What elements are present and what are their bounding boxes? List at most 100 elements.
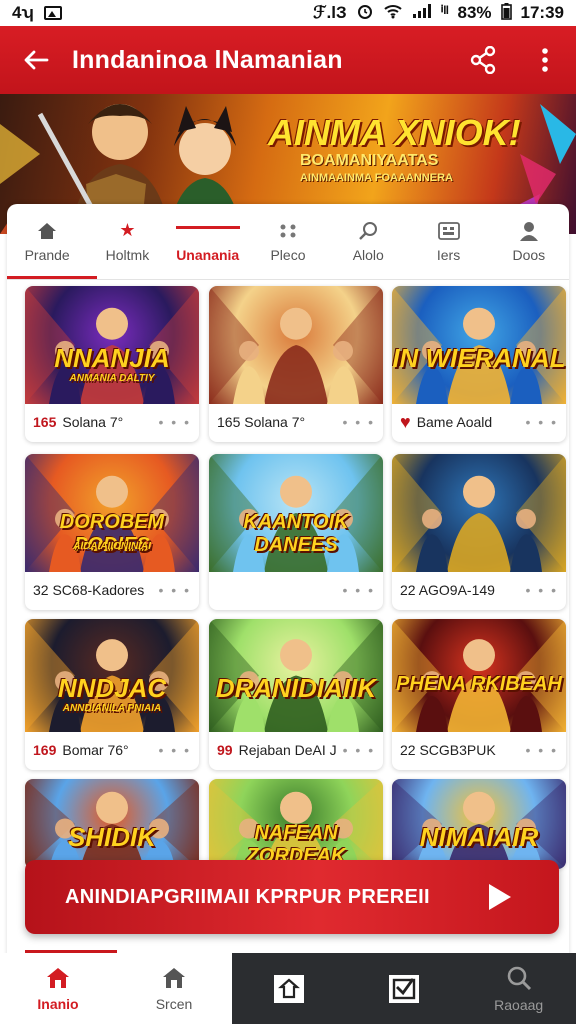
- game-card[interactable]: 165 Solana 7° • • •: [209, 286, 383, 442]
- nav-share[interactable]: [232, 953, 347, 1024]
- game-card[interactable]: NNDJAC ANNDIANILA PNIAIA 169 Bomar 76° • • •: [25, 619, 199, 770]
- game-caption: Bame Aoald: [416, 414, 493, 430]
- game-rating-number: 99: [217, 742, 233, 758]
- game-caption: 22 AGO9A-149: [400, 582, 495, 598]
- game-meta: 32 SC68-Kadores • • •: [25, 572, 199, 608]
- clock-time: 17:39: [520, 3, 564, 22]
- game-card[interactable]: SHIDIK: [25, 779, 199, 869]
- game-thumbnail: KAANTOIK DANEES: [209, 454, 383, 572]
- game-meta: 99 Rejaban DeAI J • • •: [209, 732, 383, 768]
- game-card[interactable]: 22 AGO9A-149 • • •: [392, 454, 566, 610]
- tab-label: Prande: [24, 246, 70, 263]
- game-meta: 169 Bomar 76° • • •: [25, 732, 199, 768]
- banner-title: AINMA XNIOK!: [268, 112, 521, 153]
- game-caption: 32 SC68-Kadores: [33, 582, 145, 598]
- game-thumbnail: [209, 286, 383, 404]
- more-dots-icon[interactable]: • • •: [159, 742, 191, 758]
- game-card[interactable]: DRANIDIAIIK 99 Rejaban DeAI J • • •: [209, 619, 383, 770]
- nav-screen[interactable]: Srcen: [116, 953, 232, 1024]
- app-bar: Inndaninoa lNamanian: [0, 26, 576, 94]
- banner-subtitle: BOAMANIYAATAS: [300, 152, 439, 169]
- share-button[interactable]: [452, 46, 514, 74]
- more-dots-icon[interactable]: • • •: [343, 414, 375, 430]
- game-caption: 165 Solana 7°: [217, 414, 306, 430]
- signal-icon: [412, 3, 432, 24]
- flame-icon: [197, 221, 219, 241]
- game-caption: 22 SCGB3PUK: [400, 742, 496, 758]
- more-dots-icon[interactable]: • • •: [159, 414, 191, 430]
- tab-iers[interactable]: Iers: [408, 204, 488, 279]
- more-dots-icon[interactable]: • • •: [343, 582, 375, 598]
- search-icon: [357, 221, 379, 241]
- game-meta: ♥ Bame Aoald • • •: [392, 404, 566, 440]
- battery-icon: [500, 2, 512, 25]
- game-number: 169: [33, 742, 57, 758]
- home-outline-icon: [163, 967, 185, 988]
- tab-unanania[interactable]: Unanania: [168, 204, 248, 279]
- tab-label: Holtmk: [105, 246, 150, 263]
- gamepad-icon: [277, 221, 299, 241]
- cta-label: ANINDIAPGRIIMAII KPRPUR PREREII: [65, 885, 430, 908]
- tab-alolo[interactable]: Alolo: [328, 204, 408, 279]
- game-card[interactable]: NNANJIA ANMANIA DALTIY 165 Solana 7° • • •: [25, 286, 199, 442]
- game-art-subtitle: AIDAIAIIONINIAI: [73, 540, 151, 552]
- share-icon: [470, 46, 496, 74]
- more-dots-icon[interactable]: • • •: [526, 742, 558, 758]
- game-thumbnail: NIMAIAIR: [392, 779, 566, 869]
- game-caption: Rejaban DeAI J: [238, 742, 337, 758]
- nav-label: Srcen: [155, 995, 193, 1012]
- game-card[interactable]: NIMAIAIR: [392, 779, 566, 869]
- game-meta: 22 SCGB3PUK • • •: [392, 732, 566, 768]
- game-caption: Bomar 76°: [62, 742, 129, 758]
- game-art-title: IN WIERANAL: [392, 342, 566, 373]
- game-card[interactable]: DOROBEM PODIES AIDAIAIIONINIAI 32 SC68-Kad…: [25, 454, 199, 610]
- nav-search[interactable]: Raoaag: [461, 953, 576, 1024]
- cta-button[interactable]: ANINDIAPGRIIMAII KPRPUR PREREII: [25, 860, 559, 934]
- nav-check[interactable]: [347, 953, 462, 1024]
- arrow-left-icon: [24, 50, 49, 70]
- game-thumbnail: NAFEAN ZORDEAK: [209, 779, 383, 869]
- more-dots-icon[interactable]: • • •: [526, 414, 558, 430]
- tab-prande[interactable]: Prande: [7, 204, 87, 279]
- person-icon: [518, 221, 540, 241]
- grid-icon: [437, 221, 460, 241]
- nav-label: Inanio: [37, 995, 79, 1012]
- play-icon: [489, 884, 511, 910]
- tab-doos[interactable]: Doos: [489, 204, 569, 279]
- game-card[interactable]: NAFEAN ZORDEAK: [209, 779, 383, 869]
- more-dots-icon[interactable]: • • •: [343, 742, 375, 758]
- game-meta: • • •: [209, 572, 383, 608]
- game-card[interactable]: KAANTOIK DANEES • • •: [209, 454, 383, 610]
- tab-label: Alolo: [352, 246, 384, 263]
- game-art-title: DRANIDIAIIK: [215, 673, 377, 704]
- page-title: Inndaninoa lNamanian: [72, 45, 343, 74]
- tab-holtmk[interactable]: ★ Holtmk: [87, 204, 167, 279]
- status-bar: 4ʮ ℱ.lЗ ⁱˡˡ 83% 17:39: [0, 0, 576, 26]
- alarm-icon: [356, 2, 374, 25]
- game-card[interactable]: PHENA RKIBEAH 22 SCGB3PUK • • •: [392, 619, 566, 770]
- more-dots-icon[interactable]: • • •: [159, 582, 191, 598]
- game-thumbnail: DOROBEM PODIES AIDAIAIIONINIAI: [25, 454, 199, 572]
- game-art-title: NNANJIA: [54, 342, 170, 373]
- game-thumbnail: PHENA RKIBEAH: [392, 619, 566, 732]
- nav-home[interactable]: Inanio: [0, 953, 116, 1024]
- nav-label: Raoaag: [494, 996, 544, 1013]
- game-card[interactable]: IN WIERANAL ♥ Bame Aoald • • •: [392, 286, 566, 442]
- game-meta: 22 AGO9A-149 • • •: [392, 572, 566, 608]
- home-icon: [47, 967, 69, 988]
- tab-pleco[interactable]: Pleco: [248, 204, 328, 279]
- more-options-button[interactable]: [514, 47, 576, 73]
- game-meta: 165 Solana 7° • • •: [25, 404, 199, 440]
- category-tabs: Prande ★ Holtmk Unanania Pleco Alolo Ier…: [7, 204, 569, 280]
- more-dots-icon[interactable]: • • •: [526, 582, 558, 598]
- tab-label: Doos: [512, 246, 546, 263]
- share-box-icon: [274, 974, 305, 1003]
- game-number: 165: [33, 414, 57, 430]
- tab-label: Unanania: [176, 246, 240, 263]
- game-art-title: PHENA RKIBEAH: [396, 673, 562, 696]
- game-thumbnail: [392, 454, 566, 572]
- game-art-title: SHIDIK: [67, 822, 157, 853]
- game-art-subtitle: ANMANIA DALTIY: [69, 372, 155, 384]
- signal-label: ⁱˡˡ: [440, 3, 449, 22]
- back-button[interactable]: [0, 49, 72, 71]
